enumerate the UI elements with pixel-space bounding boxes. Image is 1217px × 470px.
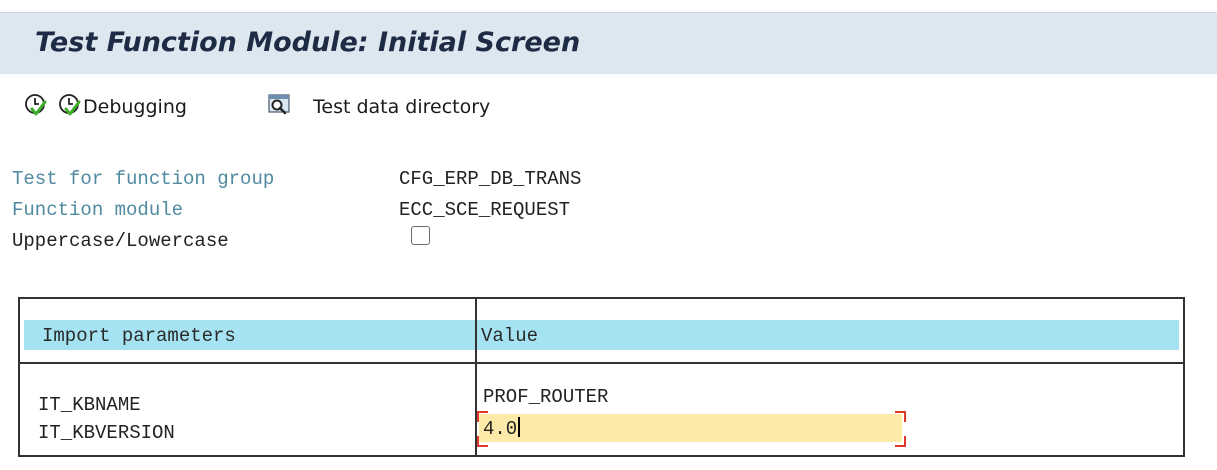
column-divider xyxy=(475,299,477,455)
function-group-label: Test for function group xyxy=(12,168,275,190)
text-cursor xyxy=(518,417,520,437)
function-group-value: CFG_ERP_DB_TRANS xyxy=(399,168,582,190)
import-parameters-table: Import parameters Value IT_KBNAME IT_KBV… xyxy=(18,297,1185,457)
function-module-row: Function module ECC_SCE_REQUEST xyxy=(12,199,570,221)
param-value-text: PROF_ROUTER xyxy=(483,386,609,408)
row-divider xyxy=(20,362,1183,364)
test-data-directory-button[interactable]: Test data directory xyxy=(266,90,490,124)
function-group-row: Test for function group CFG_ERP_DB_TRANS xyxy=(12,168,581,190)
param-value-it-kbversion[interactable]: 4.0 xyxy=(479,414,902,442)
page-title: Test Function Module: Initial Screen xyxy=(35,27,581,58)
param-value-text: 4.0 xyxy=(483,418,518,440)
debugging-button[interactable]: Debugging xyxy=(58,90,187,124)
focus-corner-top-left xyxy=(477,411,488,422)
title-bar: Test Function Module: Initial Screen xyxy=(0,12,1217,75)
uppercase-label: Uppercase/Lowercase xyxy=(12,230,229,252)
focus-corner-top-right xyxy=(895,411,906,422)
execute-button[interactable] xyxy=(24,90,48,124)
application-toolbar: Debugging Test data directory xyxy=(0,74,1217,140)
param-name-it-kbversion: IT_KBVERSION xyxy=(38,422,175,444)
focus-corner-bottom-right xyxy=(895,436,906,447)
execute-clock-icon xyxy=(24,93,48,122)
param-value-it-kbname[interactable]: PROF_ROUTER xyxy=(479,383,1179,411)
debugging-label: Debugging xyxy=(83,96,187,118)
column-header-value: Value xyxy=(481,325,539,347)
uppercase-checkbox[interactable] xyxy=(411,226,430,245)
uppercase-row: Uppercase/Lowercase xyxy=(12,230,229,252)
param-name-it-kbname: IT_KBNAME xyxy=(38,394,141,416)
column-header-import-parameters: Import parameters xyxy=(42,325,236,347)
test-data-directory-icon xyxy=(266,93,292,122)
function-module-label: Function module xyxy=(12,199,184,221)
function-module-value: ECC_SCE_REQUEST xyxy=(399,199,571,221)
focus-corner-bottom-left xyxy=(477,436,488,447)
table-header-row: Import parameters Value xyxy=(24,320,1179,350)
execute-debug-icon xyxy=(58,93,82,122)
test-data-directory-label: Test data directory xyxy=(313,96,491,118)
